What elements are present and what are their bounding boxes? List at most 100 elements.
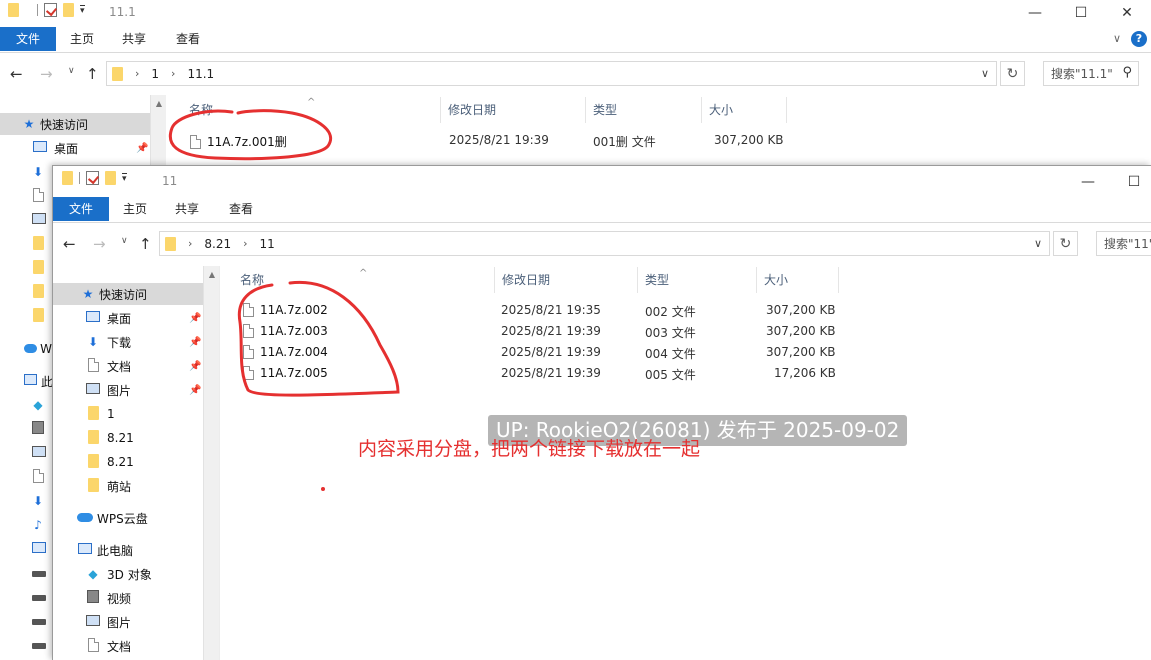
nav-this-pc[interactable]: 此电脑	[53, 539, 203, 561]
nav-documents[interactable]: 文档 📌	[53, 355, 203, 377]
tab-view[interactable]: 查看	[166, 27, 210, 51]
tab-share[interactable]: 共享	[112, 27, 156, 51]
folder-icon[interactable]	[62, 171, 73, 185]
tab-home[interactable]: 主页	[113, 197, 157, 221]
forward-arrow-icon[interactable]: →	[93, 235, 106, 253]
properties-icon[interactable]	[86, 171, 99, 185]
breadcrumb-item[interactable]: 11	[260, 237, 275, 251]
refresh-button[interactable]: ↻	[1053, 231, 1078, 256]
nav-downloads[interactable]: ⬇ 下载 📌	[53, 331, 203, 353]
nav-drive[interactable]	[0, 634, 50, 656]
maximize-button[interactable]: ☐	[1111, 169, 1151, 194]
breadcrumb-item[interactable]: 1	[151, 67, 159, 81]
help-icon[interactable]: ?	[1131, 31, 1147, 47]
close-button[interactable]: ✕	[1104, 0, 1150, 25]
table-row[interactable]: 11A.7z.004 2025/8/21 19:39 004 文件 307,20…	[235, 342, 915, 363]
nav-pictures[interactable]	[0, 209, 50, 231]
column-header-size[interactable]: 大小	[702, 97, 787, 123]
nav-this-pc[interactable]: 此	[0, 370, 53, 392]
nav-drive[interactable]	[0, 586, 50, 608]
up-arrow-icon[interactable]: ↑	[86, 65, 99, 83]
table-row[interactable]: 11A.7z.001删 2025/8/21 19:39 001删 文件 307,…	[182, 130, 862, 151]
back-arrow-icon[interactable]: ←	[63, 235, 76, 253]
nav-music[interactable]: ♪	[0, 514, 50, 536]
maximize-button[interactable]: ☐	[1058, 0, 1104, 25]
forward-arrow-icon[interactable]: →	[40, 65, 53, 83]
nav-downloads[interactable]: ⬇	[0, 161, 50, 183]
nav-documents[interactable]	[0, 466, 50, 488]
nav-pictures[interactable]: 图片	[53, 611, 203, 633]
chevron-down-icon[interactable]: ∨	[1113, 32, 1121, 45]
nav-folder-1[interactable]: 1	[53, 403, 203, 425]
up-arrow-icon[interactable]: ↑	[139, 235, 152, 253]
nav-folder[interactable]	[0, 305, 50, 327]
nav-videos[interactable]: 视频	[53, 587, 203, 609]
tab-file[interactable]: 文件	[0, 27, 56, 51]
breadcrumb-item[interactable]: 11.1	[187, 67, 214, 81]
nav-wps-cloud[interactable]: W	[0, 338, 52, 360]
tab-view[interactable]: 查看	[219, 197, 263, 221]
file-type: 004 文件	[645, 347, 696, 361]
nav-videos[interactable]	[0, 418, 50, 440]
scroll-up-arrow-icon[interactable]: ▲	[151, 99, 167, 108]
table-row[interactable]: 11A.7z.005 2025/8/21 19:39 005 文件 17,206…	[235, 363, 915, 384]
customize-toolbar-chevron-icon[interactable]: ▾	[122, 173, 127, 184]
minimize-button[interactable]: —	[1012, 0, 1058, 25]
download-arrow-icon: ⬇	[32, 165, 44, 179]
address-bar[interactable]: › 1 › 11.1 ∨	[106, 61, 997, 86]
nav-quick-access[interactable]: ★ 快速访问	[53, 283, 203, 305]
tab-share[interactable]: 共享	[165, 197, 209, 221]
recent-locations-chevron-icon[interactable]: ∨	[121, 236, 128, 246]
table-row[interactable]: 11A.7z.002 2025/8/21 19:35 002 文件 307,20…	[235, 300, 915, 321]
tab-file[interactable]: 文件	[53, 197, 109, 221]
nav-pictures[interactable]: 图片 📌	[53, 379, 203, 401]
nav-folder-8-21[interactable]: 8.21	[53, 427, 203, 449]
nav-local-disk[interactable]	[0, 562, 50, 584]
nav-pictures[interactable]	[0, 442, 50, 464]
nav-folder-8-21[interactable]: 8.21	[53, 451, 203, 473]
nav-documents[interactable]	[0, 185, 50, 207]
address-history-chevron-icon[interactable]: ∨	[974, 62, 996, 85]
column-header-name[interactable]: 名称 ^	[233, 267, 495, 293]
new-folder-icon[interactable]	[105, 171, 116, 185]
nav-3d-objects[interactable]: ◆	[0, 394, 50, 416]
search-input[interactable]: 搜索"11.1" ⚲	[1043, 61, 1139, 86]
scroll-up-arrow-icon[interactable]: ▲	[204, 270, 220, 279]
nav-folder[interactable]	[0, 281, 50, 303]
properties-icon[interactable]	[44, 3, 57, 17]
column-header-type[interactable]: 类型	[586, 97, 702, 123]
folder-icon[interactable]	[8, 3, 19, 17]
nav-downloads[interactable]: ⬇	[0, 490, 50, 512]
column-header-name[interactable]: 名称 ^	[182, 97, 441, 123]
breadcrumb-item[interactable]: 8.21	[204, 237, 231, 251]
nav-folder[interactable]	[0, 233, 50, 255]
column-header-modified[interactable]: 修改日期	[441, 97, 586, 123]
nav-desktop[interactable]: 桌面 📌	[0, 137, 150, 159]
nav-documents[interactable]: 文档	[53, 635, 203, 657]
table-row[interactable]: 11A.7z.003 2025/8/21 19:39 003 文件 307,20…	[235, 321, 915, 342]
new-folder-icon[interactable]	[63, 3, 74, 17]
nav-quick-access[interactable]: ★ 快速访问	[0, 113, 150, 135]
nav-drive[interactable]	[0, 610, 50, 632]
nav-wps-cloud[interactable]: WPS云盘	[53, 507, 203, 529]
address-history-chevron-icon[interactable]: ∨	[1027, 232, 1049, 255]
refresh-button[interactable]: ↻	[1000, 61, 1025, 86]
tab-home[interactable]: 主页	[60, 27, 104, 51]
minimize-button[interactable]: —	[1065, 169, 1111, 194]
nav-desktop[interactable]	[0, 538, 50, 560]
nav-desktop[interactable]: 桌面 📌	[53, 307, 203, 329]
nav-scrollbar[interactable]: ▲	[203, 266, 219, 660]
folder-icon	[32, 307, 44, 322]
recent-locations-chevron-icon[interactable]: ∨	[68, 66, 75, 76]
address-bar[interactable]: › 8.21 › 11 ∨	[159, 231, 1050, 256]
nav-3d-objects[interactable]: ◆ 3D 对象	[53, 563, 203, 585]
customize-toolbar-chevron-icon[interactable]: ▾	[80, 5, 85, 16]
nav-folder-mengzhan[interactable]: 萌站	[53, 475, 203, 497]
column-header-size[interactable]: 大小	[757, 267, 839, 293]
back-arrow-icon[interactable]: ←	[10, 65, 23, 83]
nav-folder[interactable]	[0, 257, 50, 279]
column-header-modified[interactable]: 修改日期	[495, 267, 638, 293]
column-header-type[interactable]: 类型	[638, 267, 757, 293]
search-input[interactable]: 搜索"11"	[1096, 231, 1151, 256]
ribbon-tabs: 文件 主页 共享 查看 ∨ ?	[0, 27, 1151, 51]
